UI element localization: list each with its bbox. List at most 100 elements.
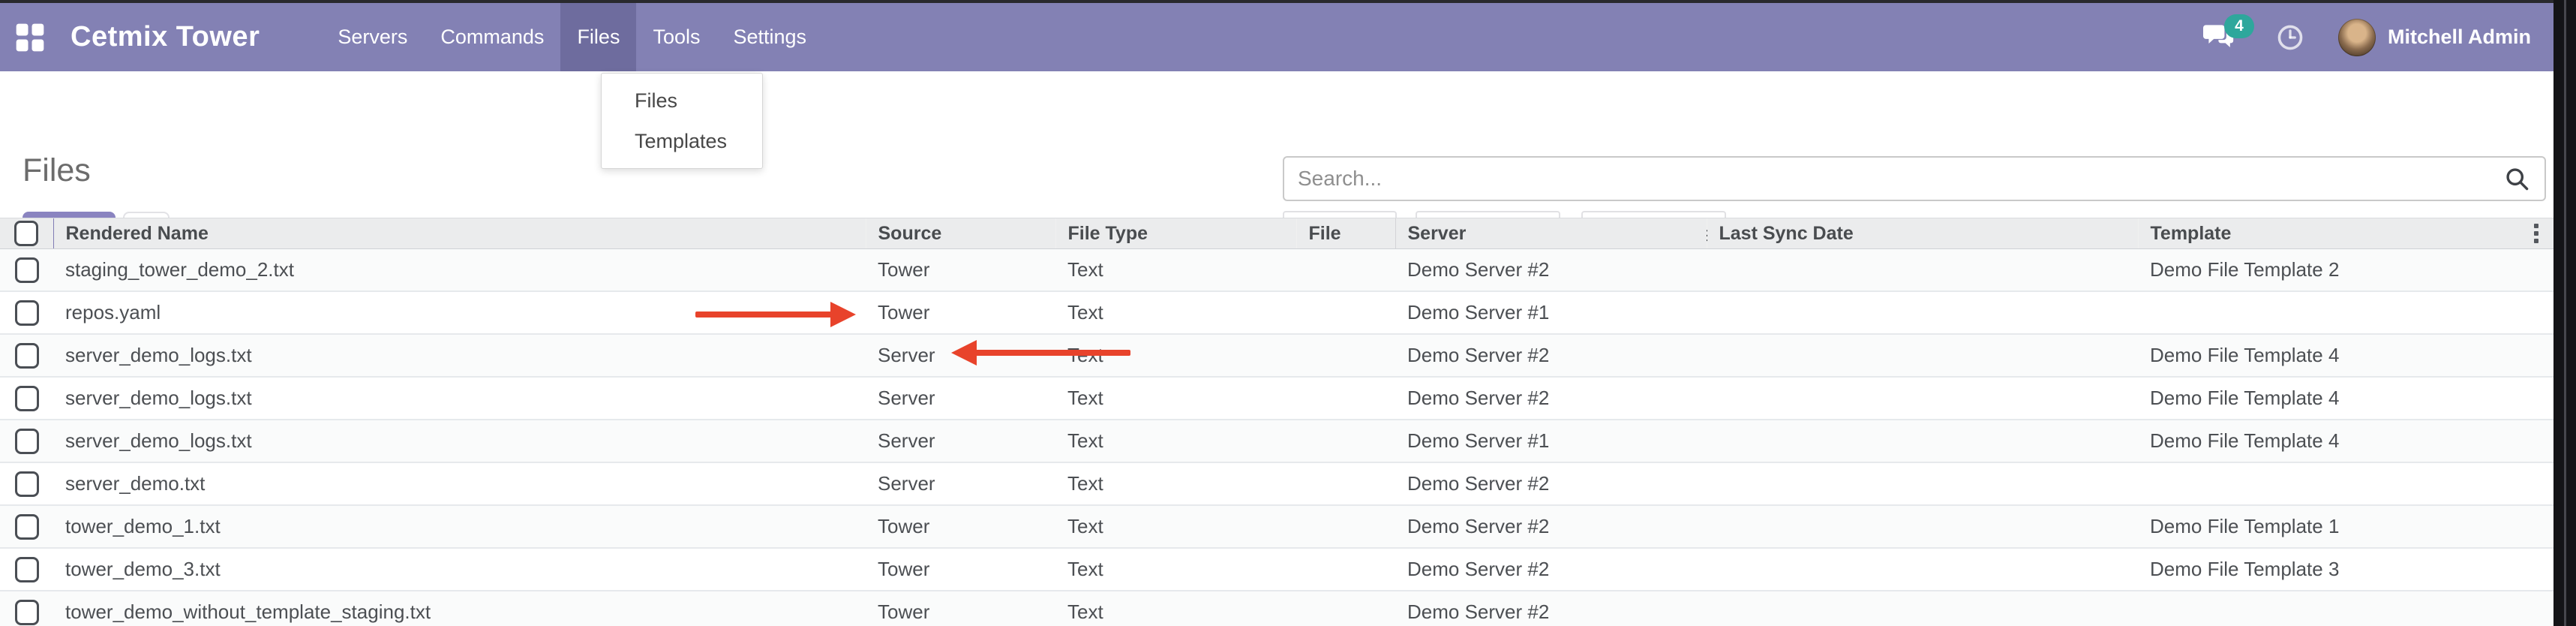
column-header-file-type[interactable]: File Type	[1055, 218, 1296, 249]
row-select-cell	[0, 334, 53, 377]
cell-file-type: Text	[1055, 548, 1296, 591]
cell-last-sync-date	[1707, 462, 2138, 505]
cell-source: Server	[866, 377, 1055, 420]
row-checkbox[interactable]	[15, 429, 39, 454]
row-checkbox[interactable]	[15, 386, 39, 411]
row-select-cell	[0, 505, 53, 548]
files-list-view: Rendered Name Source File Type File Serv…	[0, 218, 2553, 626]
cell-file	[1296, 291, 1395, 334]
row-checkbox[interactable]	[15, 471, 39, 497]
cell-file-type: Text	[1055, 377, 1296, 420]
cell-file-type: Text	[1055, 591, 1296, 626]
window-right-edge	[2553, 0, 2576, 626]
column-header-template[interactable]: Template	[2138, 218, 2553, 249]
row-checkbox[interactable]	[15, 600, 39, 625]
cell-file-type: Text	[1055, 505, 1296, 548]
cell-file	[1296, 591, 1395, 626]
cell-rendered-name: server_demo_logs.txt	[53, 377, 866, 420]
apps-menu-button[interactable]	[0, 3, 45, 71]
window-top-edge	[0, 0, 2576, 3]
cell-template: Demo File Template 2	[2138, 249, 2553, 292]
menu-item-servers[interactable]: Servers	[321, 3, 424, 71]
row-select-cell	[0, 462, 53, 505]
dropdown-item-templates[interactable]: Templates	[602, 121, 762, 161]
table-row[interactable]: tower_demo_3.txtTowerTextDemo Server #2D…	[0, 548, 2553, 591]
menu-item-files[interactable]: Files	[560, 3, 636, 71]
cell-file	[1296, 505, 1395, 548]
user-avatar[interactable]	[2338, 19, 2376, 56]
select-all-cell	[0, 218, 53, 249]
cell-server: Demo Server #2	[1395, 334, 1707, 377]
select-all-checkbox[interactable]	[14, 221, 38, 246]
cell-server: Demo Server #1	[1395, 420, 1707, 462]
optional-columns-toggle[interactable]	[2525, 221, 2547, 245]
cell-template: Demo File Template 4	[2138, 377, 2553, 420]
table-row[interactable]: tower_demo_1.txtTowerTextDemo Server #2D…	[0, 505, 2553, 548]
menu-item-settings[interactable]: Settings	[716, 3, 823, 71]
table-row[interactable]: server_demo_logs.txtServerTextDemo Serve…	[0, 334, 2553, 377]
column-header-last-sync-date[interactable]: Last Sync Date	[1707, 218, 2138, 249]
table-header-row: Rendered Name Source File Type File Serv…	[0, 218, 2553, 249]
menu-item-tools[interactable]: Tools	[636, 3, 716, 71]
cell-file	[1296, 377, 1395, 420]
cell-source: Server	[866, 462, 1055, 505]
app-window: Cetmix Tower Servers Commands Files Tool…	[0, 0, 2576, 626]
table-row[interactable]: server_demo_logs.txtServerText Demo Serve…	[0, 377, 2553, 420]
menu-item-commands[interactable]: Commands	[424, 3, 560, 71]
cell-server: Demo Server #2	[1395, 505, 1707, 548]
row-checkbox[interactable]	[15, 343, 39, 369]
column-header-source[interactable]: Source	[866, 218, 1055, 249]
row-checkbox[interactable]	[15, 257, 39, 283]
dropdown-item-files[interactable]: Files	[602, 80, 762, 121]
cell-source: Server	[866, 420, 1055, 462]
cell-server: Demo Server #2	[1395, 548, 1707, 591]
cell-file	[1296, 548, 1395, 591]
table-row[interactable]: server_demo_logs.txtServerTextDemo Serve…	[0, 420, 2553, 462]
cell-file-type: Text	[1055, 462, 1296, 505]
messages-button[interactable]: 4	[2203, 23, 2235, 52]
table-row[interactable]: server_demo.txtServerText Demo Server #2	[0, 462, 2553, 505]
row-checkbox[interactable]	[15, 300, 39, 326]
cell-last-sync-date	[1707, 249, 2138, 292]
table-row[interactable]: staging_tower_demo_2.txtTowerTextDemo Se…	[0, 249, 2553, 292]
vertical-dots-icon	[2534, 224, 2538, 228]
row-select-cell	[0, 420, 53, 462]
column-header-server[interactable]: Server	[1395, 218, 1707, 249]
cell-last-sync-date	[1707, 505, 2138, 548]
cell-last-sync-date	[1707, 291, 2138, 334]
cell-template: Demo File Template 3	[2138, 548, 2553, 591]
cell-rendered-name: server_demo_logs.txt	[53, 334, 866, 377]
cell-last-sync-date	[1707, 377, 2138, 420]
app-title: Cetmix Tower	[71, 3, 282, 71]
cell-template	[2138, 462, 2553, 505]
cell-server: Demo Server #2	[1395, 249, 1707, 292]
row-checkbox[interactable]	[15, 514, 39, 540]
cell-source: Tower	[866, 249, 1055, 292]
search-submit[interactable]	[2496, 166, 2544, 191]
cell-file	[1296, 420, 1395, 462]
table-row[interactable]: tower_demo_without_template_staging.txtT…	[0, 591, 2553, 626]
row-select-cell	[0, 548, 53, 591]
user-menu[interactable]: Mitchell Admin	[2388, 26, 2531, 49]
column-header-rendered-name[interactable]: Rendered Name	[53, 218, 866, 249]
cell-source: Tower	[866, 548, 1055, 591]
cell-last-sync-date	[1707, 591, 2138, 626]
column-header-file[interactable]: File	[1296, 218, 1395, 249]
activities-button[interactable]	[2277, 24, 2304, 51]
vertical-dots-icon	[2534, 231, 2538, 236]
search-icon	[2504, 166, 2529, 191]
table-row[interactable]: repos.yamlTowerTextDemo Server #1	[0, 291, 2553, 334]
row-checkbox[interactable]	[15, 557, 39, 582]
search-input[interactable]	[1284, 167, 2496, 191]
cell-source: Tower	[866, 591, 1055, 626]
cell-template: Demo File Template 4	[2138, 334, 2553, 377]
cell-file	[1296, 334, 1395, 377]
row-select-cell	[0, 291, 53, 334]
cell-server: Demo Server #2	[1395, 462, 1707, 505]
cell-rendered-name: server_demo.txt	[53, 462, 866, 505]
clock-icon	[2277, 24, 2304, 51]
cell-server: Demo Server #2	[1395, 377, 1707, 420]
cell-template	[2138, 591, 2553, 626]
cell-file	[1296, 249, 1395, 292]
cell-template: Demo File Template 4	[2138, 420, 2553, 462]
